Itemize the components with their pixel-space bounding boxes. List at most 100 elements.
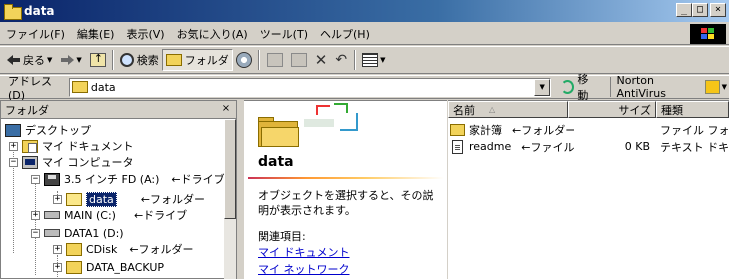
- menu-tools[interactable]: ツール(T): [254, 26, 314, 42]
- tree-item-label: DATA_BACKUP: [86, 260, 164, 274]
- menu-file[interactable]: ファイル(F): [0, 26, 71, 42]
- tree-item-label: 3.5 インチ FD (A:): [64, 173, 160, 186]
- decoration: [334, 103, 348, 113]
- annotation-text: ←フォルダー: [512, 123, 574, 137]
- norton-antivirus-button[interactable]: Norton AntiVirus ▼: [609, 74, 729, 100]
- views-button[interactable]: ▼: [359, 49, 390, 71]
- folder-pane-title: フォルダ: [5, 103, 49, 117]
- delete-icon[interactable]: ✕: [315, 51, 328, 69]
- back-label: 戻る: [23, 54, 45, 67]
- expand-icon[interactable]: +: [53, 244, 62, 254]
- tree-item-data1-d[interactable]: − DATA1 (D:): [31, 225, 124, 241]
- windows-flag-icon: [701, 28, 715, 40]
- item-size: 0 KB: [624, 140, 650, 153]
- link-my-network[interactable]: マイ ネットワーク: [258, 261, 350, 277]
- collapse-icon[interactable]: −: [9, 157, 18, 167]
- up-folder-icon: [89, 52, 106, 67]
- tree-item-main-c[interactable]: + MAIN (C:) ←ドライブ: [31, 207, 187, 223]
- annotation-text: ←フォルダー: [140, 193, 205, 206]
- computer-icon: [22, 155, 38, 169]
- expand-icon[interactable]: +: [53, 262, 62, 272]
- folder-tree-pane: フォルダ × デスクトップ + マイ ドキュメント − マイ コンピュータ − …: [0, 100, 237, 279]
- column-header-type[interactable]: 種類: [656, 101, 729, 118]
- tree-item-label: MAIN (C:): [64, 208, 116, 222]
- maximize-button[interactable]: □: [692, 3, 708, 17]
- views-dropdown-icon[interactable]: ▼: [380, 56, 385, 64]
- address-bar: アドレス(D) data ▼ 移動 Norton AntiVirus ▼: [0, 73, 729, 102]
- collapse-icon[interactable]: −: [31, 228, 40, 238]
- link-my-documents[interactable]: マイ ドキュメント: [258, 244, 350, 260]
- close-button[interactable]: ×: [710, 3, 726, 17]
- search-label: 検索: [136, 54, 159, 67]
- column-header-name[interactable]: 名前 △: [448, 101, 568, 118]
- list-item[interactable]: readme ←ファイル 0 KB テキスト ドキュメント: [448, 138, 729, 155]
- address-value: data: [90, 80, 116, 94]
- tree-item-my-documents[interactable]: + マイ ドキュメント: [9, 138, 134, 154]
- menu-edit[interactable]: 編集(E): [71, 26, 121, 42]
- norton-label: Norton AntiVirus: [616, 74, 666, 100]
- address-input[interactable]: data ▼: [68, 77, 552, 97]
- tree-item-desktop[interactable]: デスクトップ: [5, 122, 91, 138]
- column-header-size[interactable]: サイズ: [568, 101, 656, 118]
- decoration: [304, 119, 334, 127]
- floppy-icon: [44, 172, 60, 186]
- go-label: 移動: [577, 73, 589, 102]
- move-to-icon[interactable]: [266, 53, 283, 67]
- web-view-description: オブジェクトを選択すると、その説明が表示されます。: [258, 189, 434, 217]
- views-icon: [362, 53, 379, 67]
- tree-item-my-computer[interactable]: − マイ コンピュータ: [9, 154, 134, 170]
- menu-bar: ファイル(F) 編集(E) 表示(V) お気に入り(A) ツール(T) ヘルプ(…: [0, 23, 729, 45]
- up-button[interactable]: [87, 49, 109, 71]
- copy-to-icon[interactable]: [290, 53, 307, 67]
- folder-pane-scrollbar[interactable]: [224, 119, 236, 279]
- item-type: ファイル フォルダ: [660, 123, 729, 137]
- my-documents-icon: [22, 139, 38, 153]
- menu-help[interactable]: ヘルプ(H): [314, 26, 376, 42]
- norton-dropdown-icon[interactable]: ▼: [722, 83, 727, 91]
- folder-icon: [4, 4, 22, 20]
- undo-icon[interactable]: ↶: [335, 52, 347, 68]
- web-view-pane: data オブジェクトを選択すると、その説明が表示されます。 関連項目: マイ …: [244, 100, 447, 279]
- collapse-icon[interactable]: −: [31, 174, 40, 184]
- search-button[interactable]: 検索: [117, 49, 162, 71]
- history-button[interactable]: [233, 49, 255, 71]
- menu-view[interactable]: 表示(V): [120, 26, 170, 42]
- tree-item-data-backup[interactable]: + DATA_BACKUP: [53, 259, 164, 275]
- title-bar: data _ □ ×: [0, 0, 729, 22]
- back-arrow-icon: [7, 53, 21, 67]
- text-file-icon: [452, 139, 463, 154]
- menu-favorites[interactable]: お気に入り(A): [171, 26, 254, 42]
- tree-item-label: マイ ドキュメント: [42, 140, 134, 153]
- decoration: [340, 113, 358, 131]
- folder-pane-close-icon[interactable]: ×: [219, 103, 233, 116]
- scrollbar-thumb[interactable]: [224, 119, 236, 219]
- tree-item-data[interactable]: + data ←フォルダー: [53, 191, 205, 207]
- address-dropdown-icon[interactable]: ▼: [534, 78, 551, 96]
- sort-ascending-icon: △: [489, 105, 496, 114]
- tree-item-label: DATA1 (D:): [64, 226, 124, 240]
- tree-item-floppy-a[interactable]: − 3.5 インチ FD (A:) ←ドライブ: [31, 171, 225, 187]
- expand-icon[interactable]: +: [53, 194, 62, 204]
- history-icon: [235, 52, 252, 68]
- item-name: 家計簿: [469, 123, 502, 137]
- back-dropdown-icon[interactable]: ▼: [47, 56, 52, 64]
- folders-button[interactable]: フォルダ: [161, 49, 233, 71]
- forward-dropdown-icon[interactable]: ▼: [76, 56, 81, 64]
- go-button[interactable]: 移動: [561, 71, 597, 103]
- tree-item-cdisk[interactable]: + CDisk ←フォルダー: [53, 241, 194, 257]
- tree-item-label: マイ コンピュータ: [42, 156, 134, 169]
- back-button[interactable]: 戻る ▼: [4, 49, 57, 71]
- annotation-text: ←ファイル: [521, 140, 574, 154]
- pane-splitter[interactable]: [237, 100, 243, 279]
- list-item[interactable]: 家計簿 ←フォルダー ファイル フォルダ: [448, 121, 729, 138]
- forward-button[interactable]: ▼: [57, 49, 86, 71]
- file-list-pane: 名前 △ サイズ 種類 家計簿 ←フォルダー ファイル フォルダ readme …: [448, 100, 729, 279]
- hard-drive-icon: [44, 229, 60, 237]
- tree-item-label-selected: data: [86, 191, 117, 207]
- expand-icon[interactable]: +: [9, 141, 18, 151]
- desktop-icon: [5, 123, 21, 137]
- folder-open-icon: [66, 192, 82, 206]
- decoration: [316, 105, 330, 115]
- expand-icon[interactable]: +: [31, 210, 40, 220]
- minimize-button[interactable]: _: [676, 3, 692, 17]
